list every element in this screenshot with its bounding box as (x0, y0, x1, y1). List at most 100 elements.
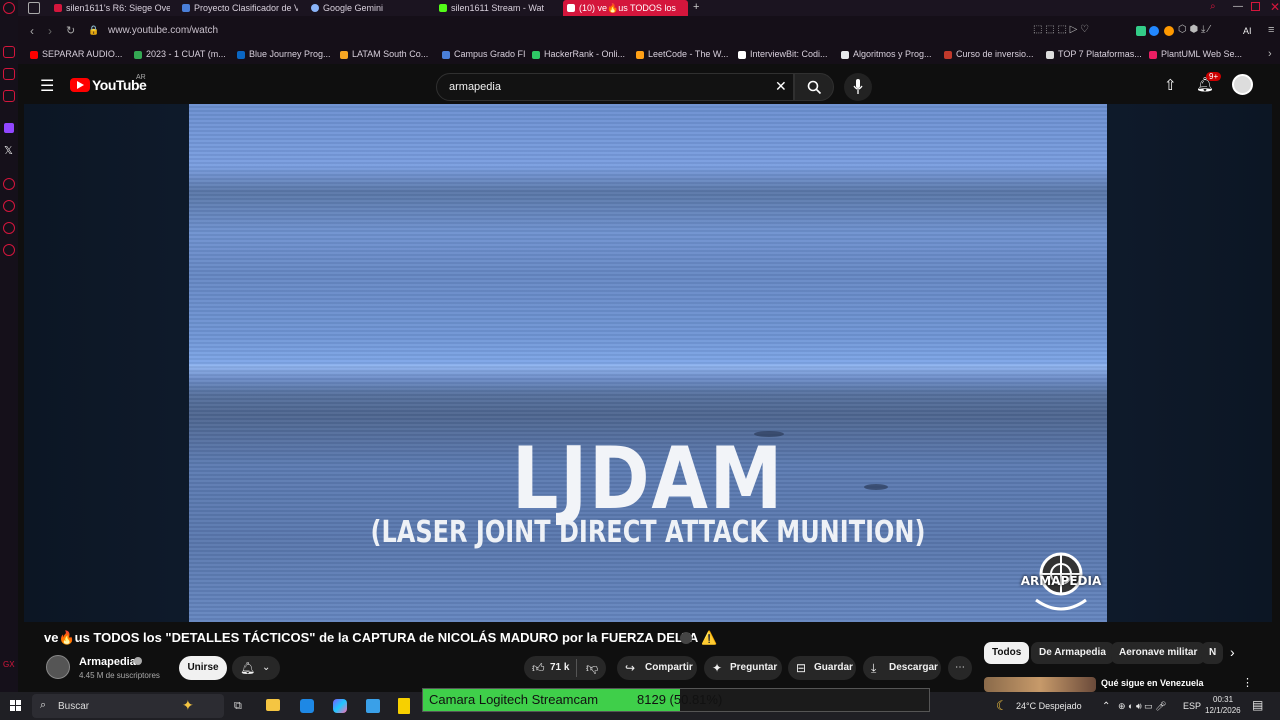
search-icon (807, 80, 822, 95)
extension-icon[interactable] (1149, 26, 1159, 36)
task-view-icon[interactable]: ⧉ (234, 700, 242, 713)
notification-center-icon[interactable]: ▤ (1252, 698, 1263, 712)
bookmark-item[interactable]: HackerRank - Onli... (532, 49, 625, 59)
avatar[interactable] (1232, 74, 1253, 95)
join-button[interactable]: Unirse (179, 656, 227, 680)
tray-icons[interactable]: ⊕ ◐ 🔊︎ ▭ 🎤︎ (1118, 701, 1167, 712)
chips-next-arrow-icon[interactable]: › (1230, 644, 1235, 660)
upload-icon[interactable]: ⇧ (1164, 76, 1177, 94)
twitch-icon[interactable] (4, 123, 14, 133)
hamburger-menu-icon[interactable]: ☰ (40, 76, 54, 96)
recommended-title[interactable]: Qué sigue en Venezuela (1101, 678, 1204, 688)
address-bar: ‹ › ↻ 🔒 www.youtube.com/watch ⬚ ⬚ ⬚ ▷ ♡ … (18, 16, 1280, 46)
bell-icon: 🔔︎ (240, 661, 256, 675)
recommended-thumbnail[interactable] (984, 677, 1096, 692)
sidebar-history-icon[interactable] (3, 200, 15, 212)
channel-avatar[interactable] (46, 655, 70, 679)
youtube-logo-icon[interactable] (70, 78, 90, 92)
extension-icon[interactable] (1164, 26, 1174, 36)
close-window-icon[interactable]: ✕ (1270, 0, 1280, 14)
video-title: ve🔥us TODOS los "DETALLES TÁCTICOS" de l… (44, 630, 718, 645)
opera-gx-logo-icon[interactable] (3, 2, 15, 14)
sidebar-extensions-icon[interactable] (3, 222, 15, 234)
bookmark-favicon-icon (1149, 51, 1157, 59)
back-icon[interactable]: ‹ (30, 24, 34, 38)
tray-overflow-icon[interactable]: ⌃ (1102, 701, 1110, 712)
like-count[interactable]: 71 k (550, 656, 569, 680)
voice-search-button[interactable] (844, 73, 872, 101)
sidebar-player-icon[interactable] (3, 178, 15, 190)
chip-from-channel[interactable]: De Armapedia (1031, 642, 1114, 664)
extensions-icon[interactable]: ⬡ ⬢ ⤓ ⁄ (1178, 24, 1210, 35)
share-button[interactable]: ↪ Compartir (617, 656, 697, 680)
clock-date[interactable]: 12/1/2026 (1205, 706, 1241, 715)
forward-icon[interactable]: › (48, 24, 52, 38)
search-input[interactable] (447, 80, 751, 94)
bookmark-item[interactable]: Algoritmos y Prog... (841, 49, 932, 59)
download-button[interactable]: ⤓ Descargar (863, 656, 941, 680)
bookmark-item[interactable]: PlantUML Web Se... (1149, 49, 1242, 59)
copilot-icon[interactable] (333, 699, 347, 713)
bookmark-item[interactable]: SEPARAR AUDIO... (30, 49, 122, 59)
verified-check-icon (134, 657, 142, 665)
app-icon[interactable] (398, 698, 410, 714)
bookmark-item[interactable]: TOP 7 Plataformas... (1046, 49, 1142, 59)
more-actions-icon[interactable]: ⋯ (948, 656, 972, 680)
video-player[interactable]: LJDAM (LASER JOINT DIRECT ATTACK MUNITIO… (189, 104, 1107, 622)
workspaces-icon[interactable] (28, 2, 40, 14)
channel-name[interactable]: Armapedia (79, 656, 136, 668)
chip-all[interactable]: Todos (984, 642, 1030, 664)
outlook-icon[interactable] (300, 699, 314, 713)
windows-start-icon[interactable] (10, 700, 22, 712)
sidebar-ai-icon[interactable] (3, 46, 15, 58)
save-button[interactable]: ⊟ Guardar (788, 656, 856, 680)
x-twitter-icon[interactable]: 𝕏 (4, 144, 13, 157)
sidebar-messenger-icon[interactable] (3, 68, 15, 80)
toolbar-extension-icons[interactable]: ⬚ ⬚ ⬚ ▷ ♡ (1033, 24, 1089, 35)
menu-icon[interactable]: ≡ (1268, 24, 1274, 36)
weather-text[interactable]: 24°C Despejado (1016, 701, 1082, 711)
reload-icon[interactable]: ↻ (66, 24, 75, 37)
extension-icon[interactable] (1136, 26, 1146, 36)
tab-proyecto-clasificador[interactable]: Proyecto Clasificador de V (178, 0, 298, 16)
subscribed-bell-button[interactable]: 🔔︎ ⌄ (232, 656, 280, 680)
chip-next[interactable]: N (1201, 642, 1223, 664)
clear-search-icon[interactable]: ✕ (775, 78, 787, 95)
taskbar-search[interactable]: ⌕ Buscar ✦ (32, 694, 224, 718)
new-tab-icon[interactable]: + (693, 1, 699, 13)
ai-button[interactable]: AI (1243, 26, 1252, 36)
chip-military-aircraft[interactable]: Aeronave militar (1111, 642, 1206, 664)
tab-kick-stream[interactable]: silen1611 Stream - Wat (435, 0, 555, 16)
camera-label: Camara Logitech Streamcam (429, 692, 599, 707)
chevron-down-icon: ⌄ (262, 662, 271, 673)
sidebar-settings-icon[interactable] (3, 244, 15, 256)
maximize-icon[interactable] (1251, 2, 1260, 11)
tab-google-gemini[interactable]: Google Gemini (307, 0, 427, 16)
url-field[interactable]: www.youtube.com/watch (108, 25, 218, 36)
bookmark-item[interactable]: Blue Journey Prog... (237, 49, 331, 59)
bookmarks-more-icon[interactable]: › (1268, 48, 1272, 60)
bookmark-item[interactable]: LATAM South Co... (340, 49, 428, 59)
bookmark-item[interactable]: Campus Grado FI (442, 49, 526, 59)
tab-youtube-active[interactable]: (10) ve🔥us TODOS los (563, 0, 688, 16)
bookmark-item[interactable]: Curso de inversio... (944, 49, 1034, 59)
file-explorer-icon[interactable] (266, 699, 280, 711)
gemini-star-icon (311, 4, 319, 12)
clock-time[interactable]: 00:31 (1213, 695, 1233, 704)
bookmark-item[interactable]: LeetCode - The W... (636, 49, 728, 59)
bookmark-item[interactable]: 2023 - 1 CUAT (m... (134, 49, 226, 59)
store-icon[interactable] (366, 699, 380, 713)
ask-button[interactable]: ✦ Preguntar (704, 656, 782, 680)
notifications-badge: 9+ (1206, 72, 1222, 81)
title-more-icon[interactable] (680, 632, 692, 644)
bookmark-item[interactable]: InterviewBit: Codi... (738, 49, 828, 59)
minimize-icon[interactable]: — (1233, 1, 1243, 12)
recommended-more-icon[interactable]: ⋮ (1242, 676, 1253, 689)
search-button[interactable] (794, 73, 834, 101)
language-indicator[interactable]: ESP (1183, 701, 1201, 711)
sidebar-news-icon[interactable] (3, 90, 15, 102)
tab-r6-siege[interactable]: silen1611's R6: Siege Over (50, 0, 170, 16)
dislike-icon[interactable]: 👎︎ (586, 656, 598, 680)
like-icon[interactable]: 👍︎ (532, 656, 545, 680)
tab-search-icon[interactable]: ⌕ (1210, 1, 1216, 12)
